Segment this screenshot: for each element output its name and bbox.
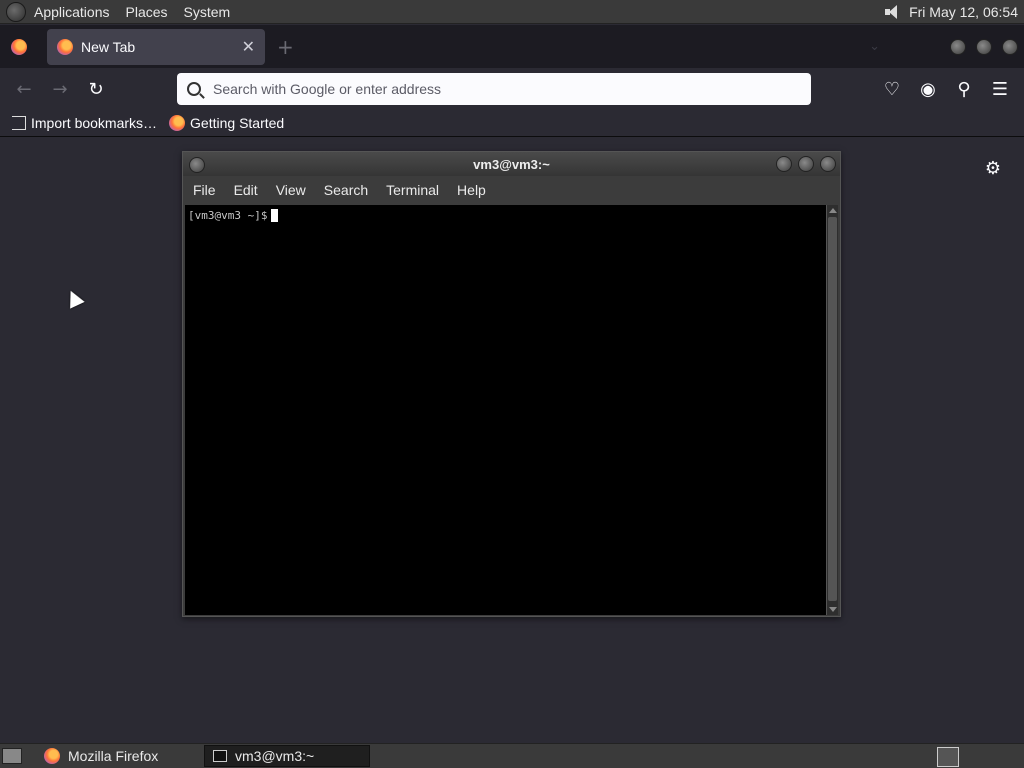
extensions-icon[interactable]: ⚲: [948, 73, 980, 105]
taskbar-item-terminal[interactable]: vm3@vm3:~: [204, 745, 370, 767]
url-bar[interactable]: [177, 73, 811, 105]
menu-edit[interactable]: Edit: [230, 182, 268, 198]
shell-prompt: [vm3@vm3 ~]$: [188, 209, 268, 222]
url-input[interactable]: [213, 81, 773, 97]
menu-help[interactable]: Help: [453, 182, 496, 198]
firefox-icon: [57, 38, 73, 55]
search-icon: [187, 82, 201, 96]
reload-button[interactable]: ↻: [78, 73, 114, 105]
close-window-button[interactable]: [1002, 38, 1018, 55]
menu-view[interactable]: View: [272, 182, 316, 198]
workspace-switcher[interactable]: [937, 747, 959, 767]
tab-new-tab[interactable]: New Tab ✕: [47, 28, 265, 65]
nav-toolbar: ← → ↻ ♡ ◉ ⚲ ☰: [0, 68, 1024, 110]
bookmark-label: Import bookmarks…: [31, 115, 158, 131]
settings-gear-icon[interactable]: ⚙: [983, 159, 1003, 179]
menu-terminal[interactable]: Terminal: [382, 182, 449, 198]
terminal-window: vm3@vm3:~ File Edit View Search Terminal…: [182, 151, 841, 617]
scroll-up-icon[interactable]: [829, 208, 837, 213]
window-menu-button[interactable]: [189, 157, 205, 173]
taskbar-label: Mozilla Firefox: [68, 748, 159, 764]
bookmarks-bar: Import bookmarks… Getting Started: [0, 110, 1024, 137]
taskbar-item-firefox[interactable]: Mozilla Firefox: [36, 745, 200, 767]
terminal-output[interactable]: [vm3@vm3 ~]$: [185, 205, 827, 615]
menu-places[interactable]: Places: [118, 4, 176, 20]
pocket-icon[interactable]: ♡: [876, 73, 908, 105]
volume-icon[interactable]: [883, 3, 901, 21]
firefox-icon: [169, 115, 186, 131]
back-button[interactable]: ←: [6, 73, 42, 105]
minimize-button[interactable]: [776, 156, 792, 172]
account-icon[interactable]: ◉: [912, 73, 944, 105]
maximize-button[interactable]: [798, 156, 814, 172]
bookmark-label: Getting Started: [190, 115, 285, 131]
bookmark-getting-started[interactable]: Getting Started: [169, 115, 284, 131]
menu-system[interactable]: System: [176, 4, 239, 20]
taskbar-label: vm3@vm3:~: [235, 748, 315, 764]
scroll-thumb[interactable]: [828, 217, 837, 601]
tab-strip: New Tab ✕ + ⌄: [0, 25, 1024, 68]
firefox-view-icon[interactable]: [11, 38, 27, 55]
terminal-menubar: File Edit View Search Terminal Help: [183, 176, 840, 204]
close-tab-icon[interactable]: ✕: [242, 37, 255, 56]
menu-icon[interactable]: ☰: [984, 73, 1016, 105]
text-cursor: [271, 209, 279, 222]
close-window-button[interactable]: [820, 156, 836, 172]
clock[interactable]: Fri May 12, 06:54: [909, 4, 1018, 20]
firefox-icon: [44, 748, 60, 764]
terminal-title: vm3@vm3:~: [473, 156, 550, 172]
tab-title: New Tab: [81, 38, 136, 55]
list-tabs-icon[interactable]: ⌄: [869, 39, 880, 55]
import-icon: [12, 116, 26, 130]
terminal-icon: [213, 750, 227, 762]
terminal-titlebar[interactable]: vm3@vm3:~: [183, 152, 840, 176]
minimize-button[interactable]: [950, 38, 966, 55]
top-panel: Applications Places System Fri May 12, 0…: [0, 0, 1024, 24]
bottom-panel: Mozilla Firefox vm3@vm3:~: [0, 743, 1024, 768]
forward-button[interactable]: →: [42, 73, 78, 105]
terminal-scrollbar[interactable]: [826, 205, 838, 615]
maximize-button[interactable]: [976, 38, 992, 55]
menu-applications[interactable]: Applications: [26, 4, 118, 20]
mouse-pointer-icon: [63, 287, 85, 309]
distro-logo-icon[interactable]: [6, 1, 26, 22]
bookmark-import[interactable]: Import bookmarks…: [12, 115, 157, 131]
menu-file[interactable]: File: [189, 182, 226, 198]
new-tab-button[interactable]: +: [277, 35, 294, 59]
scroll-down-icon[interactable]: [829, 607, 837, 612]
menu-search[interactable]: Search: [320, 182, 378, 198]
show-desktop-icon[interactable]: [2, 748, 22, 764]
